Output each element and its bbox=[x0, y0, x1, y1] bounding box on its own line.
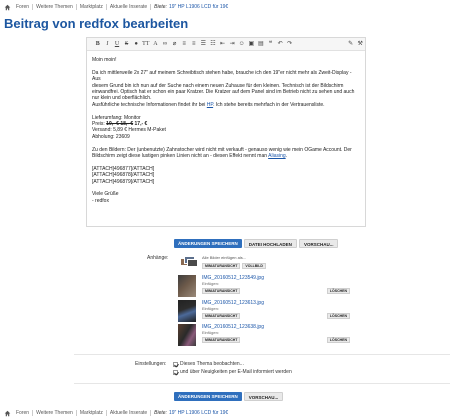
message-line: - redfox bbox=[92, 197, 109, 204]
align-center-icon[interactable]: ≡ bbox=[189, 38, 199, 51]
insert-all-row: Alle Bilder einfügen als... MINIATURANSI… bbox=[180, 255, 266, 269]
home-icon[interactable] bbox=[4, 4, 11, 11]
attachment-thumbnail[interactable] bbox=[178, 300, 196, 322]
insert-thumbnail-button[interactable]: MINIATURANSICHT bbox=[202, 337, 241, 343]
insert-thumbnail-button[interactable]: MINIATURANSICHT bbox=[202, 313, 241, 319]
price-label: Preis: bbox=[92, 121, 105, 128]
save-changes-button[interactable]: ÄNDERUNGEN SPEICHERN bbox=[174, 239, 242, 248]
settings-label: Einstellungen: bbox=[135, 361, 167, 367]
watch-thread-label: Dieses Thema beobachten... bbox=[180, 361, 244, 367]
media-icon[interactable]: ▤ bbox=[256, 38, 266, 51]
indent-icon[interactable]: ⇥ bbox=[227, 38, 237, 51]
image-icon[interactable]: ▣ bbox=[247, 38, 257, 51]
unlink-icon[interactable]: ⌀ bbox=[170, 38, 180, 51]
editor-toolbar: B I U S ● TT A ∞ ⌀ ≡ ≡ ☰ ☷ ⇤ ⇥ ☺ ▣ ▤ ❝ ↶… bbox=[87, 38, 365, 51]
breadcrumb-item[interactable]: Weitere Themen bbox=[33, 4, 77, 10]
email-notify-label: und über Neuigkeiten per E-Mail informie… bbox=[180, 369, 292, 375]
breadcrumb-prefix: Biete: bbox=[154, 410, 167, 416]
toggle-bbcode-icon[interactable]: ⚒ bbox=[355, 38, 365, 51]
attachment-item: IMG_20160512_123613.jpg Einfügen: MINIAT… bbox=[176, 300, 350, 322]
insert-all-full-button[interactable]: VOLLBILD bbox=[242, 263, 266, 269]
delete-attachment-button[interactable]: LÖSCHEN bbox=[326, 288, 350, 294]
watch-thread-checkbox[interactable]: Dieses Thema beobachten... bbox=[173, 361, 244, 367]
breadcrumb-item[interactable]: Marktplatz bbox=[77, 4, 107, 10]
page-title: Beitrag von redfox bearbeiten bbox=[4, 16, 189, 31]
checkbox-checked-icon[interactable] bbox=[173, 369, 178, 375]
old-price: 19,- € 18,- € bbox=[106, 121, 134, 128]
delete-attachment-button[interactable]: LÖSCHEN bbox=[326, 313, 350, 319]
breadcrumb-bottom: Foren Weitere Themen Marktplatz Aktuelle… bbox=[4, 408, 231, 418]
message-body[interactable]: Moin moin! Da ich mittlerweile 2x 27" au… bbox=[87, 51, 365, 204]
attachment-insert-label: Einfügen: bbox=[202, 306, 219, 311]
bold-button[interactable]: B bbox=[93, 38, 103, 51]
breadcrumb-item[interactable]: Aktuelle Inserate bbox=[107, 410, 152, 416]
insert-all-text: Alle Bilder einfügen als... bbox=[202, 255, 247, 260]
attachment-insert-label: Einfügen: bbox=[202, 330, 219, 335]
breadcrumb-current[interactable]: Biete: 19" HP L1906 LCD für 19€ bbox=[151, 4, 231, 10]
attachment-insert-label: Einfügen: bbox=[202, 281, 219, 286]
message-line: Ausführliche technische Informationen fi… bbox=[92, 102, 360, 108]
attachments-label: Anhänge: bbox=[147, 255, 169, 261]
font-size-button[interactable]: TT bbox=[141, 38, 151, 51]
checkbox-checked-icon[interactable] bbox=[173, 361, 178, 367]
attachment-thumbnail[interactable] bbox=[178, 324, 196, 346]
message-text: . bbox=[285, 153, 288, 160]
section-divider bbox=[74, 383, 450, 384]
insert-thumbnail-button[interactable]: MINIATURANSICHT bbox=[202, 288, 241, 294]
attachment-item: IMG_20160512_123638.jpg Einfügen: MINIAT… bbox=[176, 324, 350, 346]
breadcrumb-item[interactable]: Foren bbox=[13, 410, 34, 416]
new-price: 17,- € bbox=[134, 121, 148, 128]
breadcrumb-prefix: Biete: bbox=[154, 4, 167, 10]
font-color-icon[interactable]: ● bbox=[131, 38, 141, 51]
stacked-images-icon bbox=[180, 255, 198, 267]
attachment-item: IMG_20160512_123549.jpg Einfügen: MINIAT… bbox=[176, 275, 350, 297]
message-editor[interactable]: B I U S ● TT A ∞ ⌀ ≡ ≡ ☰ ☷ ⇤ ⇥ ☺ ▣ ▤ ❝ ↶… bbox=[86, 37, 366, 227]
breadcrumb-current-label: 19" HP L1906 LCD für 19€ bbox=[168, 410, 229, 416]
align-left-icon[interactable]: ≡ bbox=[179, 38, 189, 51]
insert-all-thumbnail-button[interactable]: MINIATURANSICHT bbox=[202, 263, 241, 269]
italic-button[interactable]: I bbox=[103, 38, 113, 51]
preview-button[interactable]: VORSCHAU... bbox=[243, 392, 284, 401]
breadcrumb-item[interactable]: Aktuelle Inserate bbox=[107, 4, 152, 10]
message-text: Bildschirm zeigt diese lustigen pinken L… bbox=[92, 153, 268, 160]
numbered-list-icon[interactable]: ☷ bbox=[208, 38, 218, 51]
email-notify-checkbox[interactable]: und über Neuigkeiten per E-Mail informie… bbox=[173, 369, 292, 375]
strikethrough-button[interactable]: S bbox=[122, 38, 132, 51]
section-divider bbox=[74, 354, 450, 355]
undo-icon[interactable]: ↶ bbox=[275, 38, 285, 51]
delete-attachment-button[interactable]: LÖSCHEN bbox=[326, 337, 350, 343]
redo-icon[interactable]: ↷ bbox=[285, 38, 295, 51]
attachment-thumbnail[interactable] bbox=[178, 275, 196, 297]
upload-file-button[interactable]: DATEI HOCHLADEN bbox=[243, 239, 297, 248]
outdent-icon[interactable]: ⇤ bbox=[218, 38, 228, 51]
link-icon[interactable]: ∞ bbox=[160, 38, 170, 51]
breadcrumb-current[interactable]: Biete: 19" HP L1906 LCD für 19€ bbox=[151, 410, 231, 416]
save-changes-button[interactable]: ÄNDERUNGEN SPEICHERN bbox=[174, 392, 242, 401]
breadcrumb-item[interactable]: Marktplatz bbox=[77, 410, 107, 416]
font-family-button[interactable]: A bbox=[151, 38, 161, 51]
remove-format-icon[interactable]: ✎ bbox=[346, 38, 356, 51]
breadcrumb-current-label: 19" HP L1906 LCD für 19€ bbox=[168, 4, 229, 10]
breadcrumb-item[interactable]: Weitere Themen bbox=[33, 410, 77, 416]
quote-icon[interactable]: ❝ bbox=[266, 38, 276, 51]
message-text: Ausführliche technische Informationen fi… bbox=[92, 101, 206, 108]
message-line: Da ich mittlerweile 2x 27" auf meinem Sc… bbox=[92, 69, 352, 83]
home-icon[interactable] bbox=[4, 410, 11, 417]
form-actions: ÄNDERUNGEN SPEICHERN VORSCHAU... bbox=[174, 392, 284, 401]
aliasing-link[interactable]: Aliasing bbox=[268, 153, 286, 159]
editor-actions: ÄNDERUNGEN SPEICHERN DATEI HOCHLADEN VOR… bbox=[174, 239, 339, 248]
breadcrumb-item[interactable]: Foren bbox=[13, 4, 34, 10]
smilie-icon[interactable]: ☺ bbox=[237, 38, 247, 51]
bullet-list-icon[interactable]: ☰ bbox=[199, 38, 209, 51]
breadcrumb-top: Foren Weitere Themen Marktplatz Aktuelle… bbox=[4, 2, 231, 12]
preview-button[interactable]: VORSCHAU... bbox=[298, 239, 339, 248]
underline-button[interactable]: U bbox=[112, 38, 122, 51]
message-text: . Ich stehe bereits mehrfach in der Vert… bbox=[213, 101, 325, 108]
